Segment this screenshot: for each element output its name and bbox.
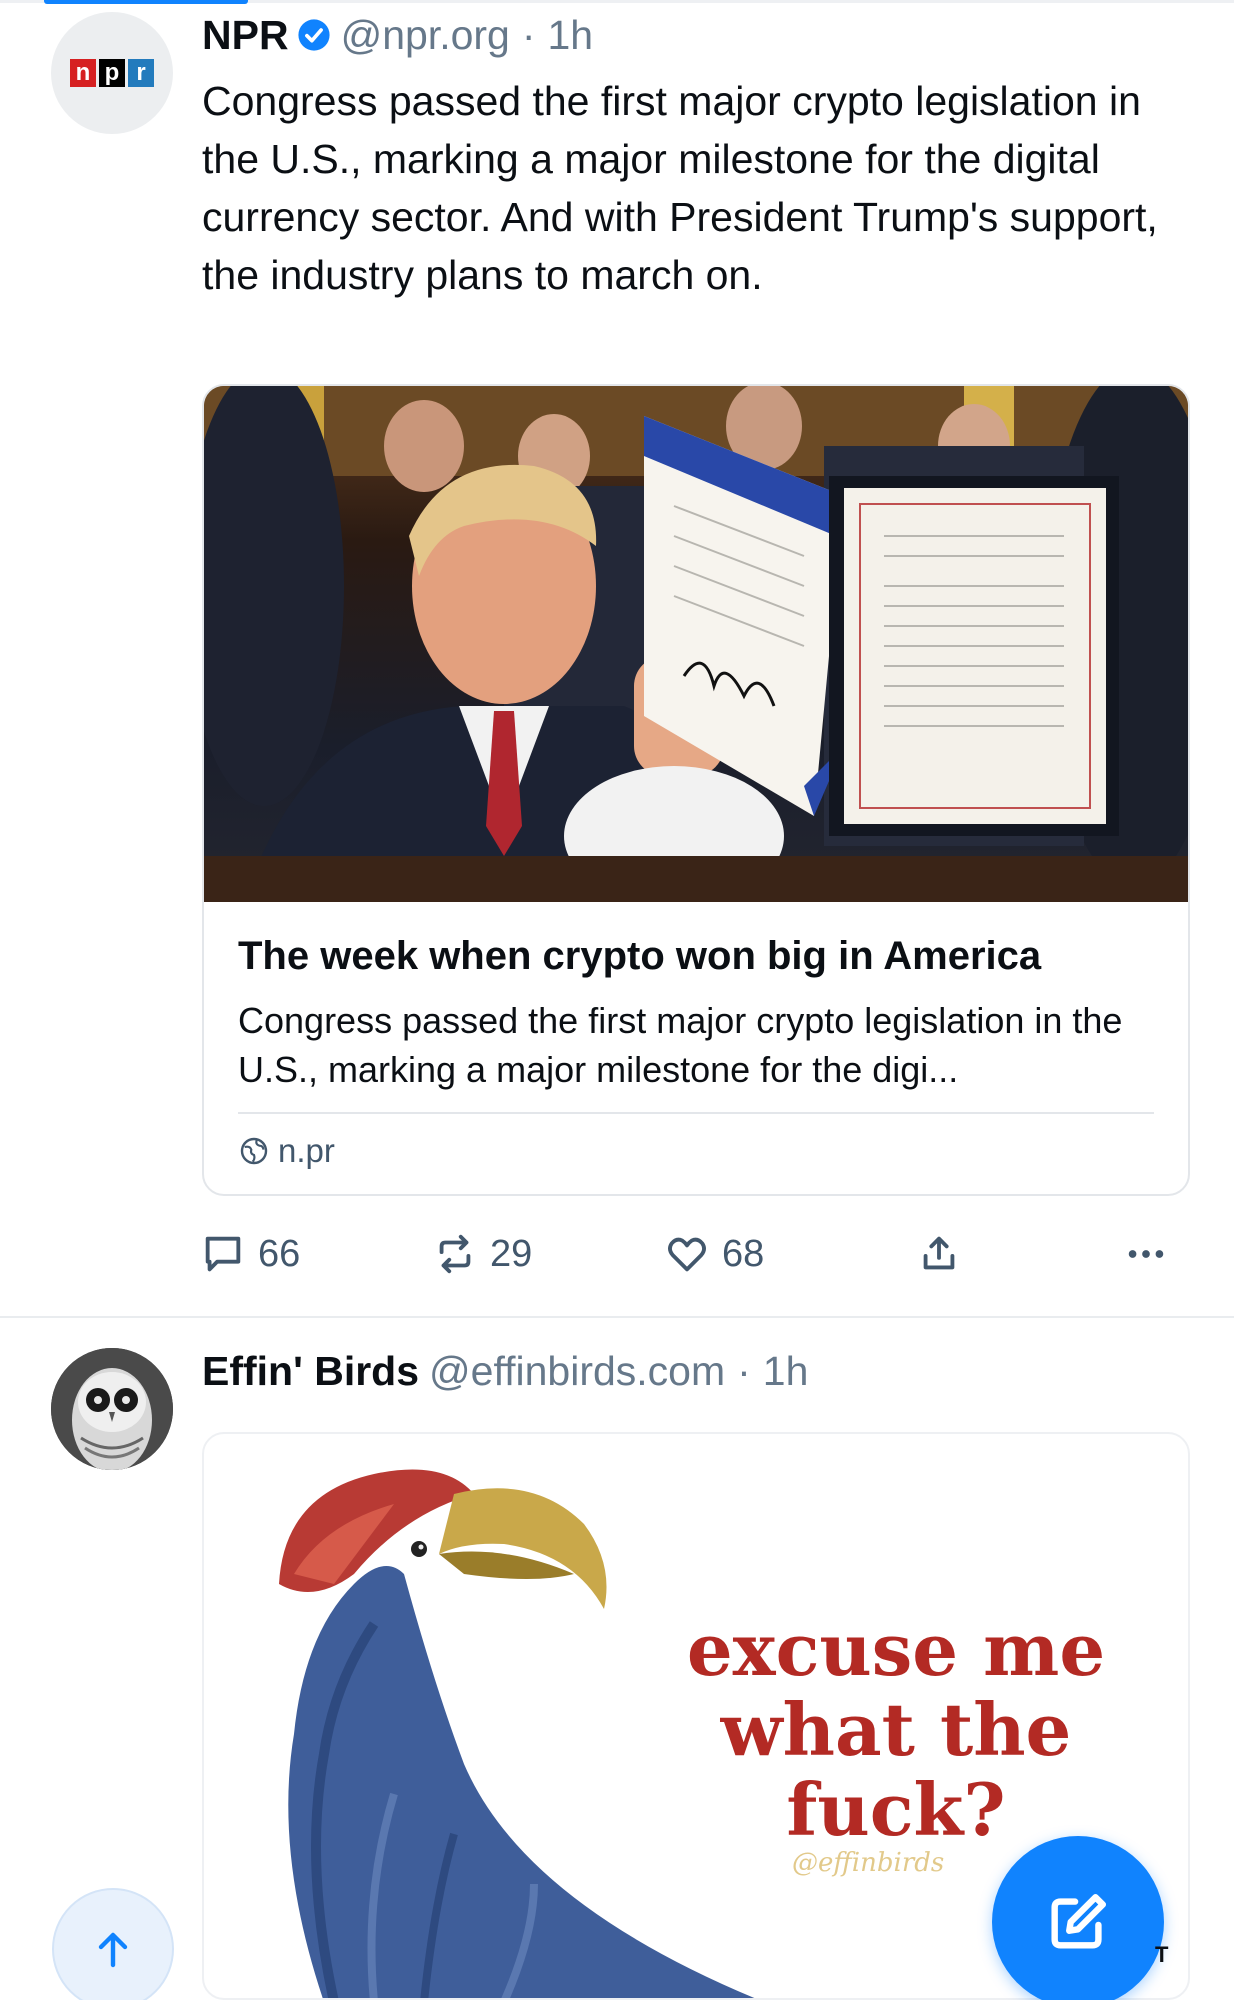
- arrow-up-icon: [98, 1932, 128, 1968]
- repost-button[interactable]: 29: [432, 1226, 532, 1282]
- verified-check-icon: [297, 19, 330, 51]
- share-button[interactable]: [916, 1226, 962, 1282]
- link-card-domain-row: n.pr: [238, 1132, 335, 1170]
- globe-icon: [240, 1137, 268, 1165]
- link-card-description: Congress passed the first major crypto l…: [238, 1000, 1123, 1090]
- pencil-edit-icon: [1051, 1894, 1106, 1949]
- reply-count: 66: [258, 1232, 301, 1275]
- npr-logo: n p r: [70, 59, 154, 87]
- link-card-title: The week when crypto won big in America: [238, 934, 1042, 978]
- post-time[interactable]: 1h: [763, 1346, 809, 1396]
- avatar[interactable]: [51, 1348, 173, 1470]
- separator-dot: ·: [737, 1348, 751, 1394]
- post-header: NPR @npr.org · 1h: [202, 10, 593, 60]
- like-button[interactable]: 68: [664, 1226, 764, 1282]
- author-handle[interactable]: @effinbirds.com: [429, 1346, 725, 1396]
- more-options-button[interactable]: [1122, 1226, 1170, 1282]
- watermark: @effinbirds: [792, 1848, 945, 1878]
- share-upload-icon: [923, 1236, 955, 1270]
- author-name[interactable]: NPR: [202, 10, 289, 60]
- link-card-domain: n.pr: [278, 1132, 335, 1169]
- bird-caption: excuse me what the fuck?: [616, 1610, 1176, 1850]
- scroll-to-top-button[interactable]: [52, 1888, 174, 2000]
- reply-button[interactable]: 66: [200, 1226, 300, 1282]
- like-count: 68: [722, 1232, 765, 1275]
- separator-dot: ·: [521, 12, 536, 58]
- author-handle[interactable]: @npr.org: [341, 10, 510, 60]
- post-text: Congress passed the first major crypto l…: [202, 78, 1158, 298]
- link-card-divider: [238, 1112, 1154, 1114]
- post-actions: 66 29 68: [200, 1226, 1200, 1282]
- owl-avatar-icon: [51, 1348, 173, 1470]
- post-time[interactable]: 1h: [548, 10, 594, 60]
- feed-post-npr[interactable]: n p r NPR @npr.org · 1h Congress passed …: [0, 0, 1234, 1318]
- caption-line-2: what the: [720, 1687, 1072, 1772]
- ellipsis-icon: [1128, 1250, 1164, 1258]
- caption-line-1: excuse me: [686, 1607, 1106, 1692]
- repost-count: 29: [490, 1232, 533, 1275]
- heart-icon: [668, 1237, 706, 1272]
- speech-bubble-icon: [205, 1236, 241, 1272]
- link-card[interactable]: The week when crypto won big in America …: [202, 384, 1190, 1196]
- compose-post-button[interactable]: [992, 1836, 1164, 2000]
- repost-arrows-icon: [439, 1234, 471, 1274]
- author-name[interactable]: Effin' Birds: [202, 1346, 419, 1396]
- avatar[interactable]: n p r: [51, 12, 173, 134]
- post-header: Effin' Birds @effinbirds.com · 1h: [202, 1346, 808, 1396]
- fab-peek-label: T: [1155, 1942, 1169, 1967]
- link-card-image: [204, 386, 1188, 902]
